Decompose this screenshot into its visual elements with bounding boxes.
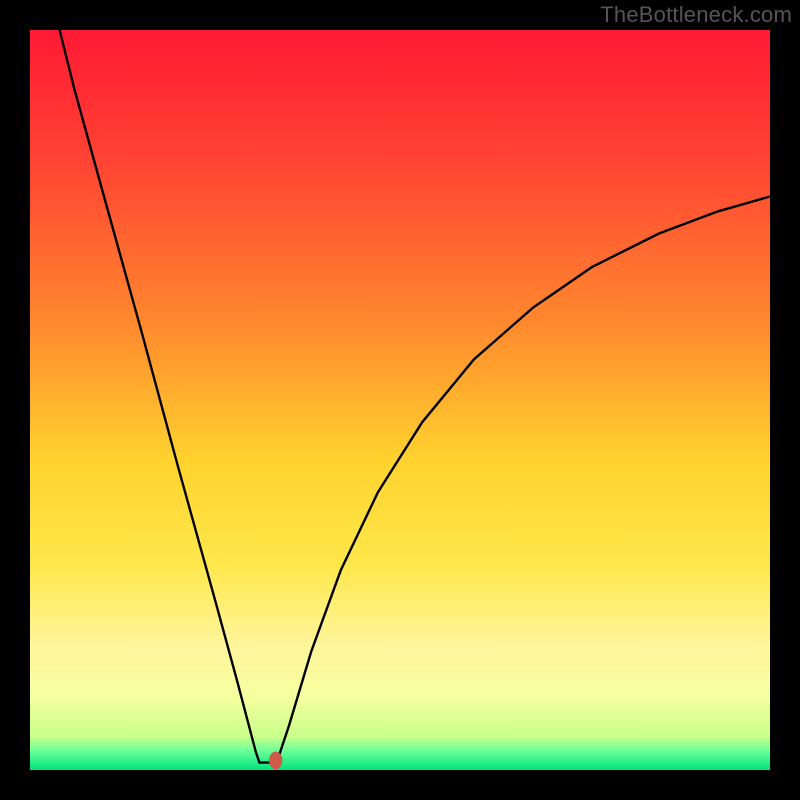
watermark-text: TheBottleneck.com — [600, 2, 792, 28]
optimal-point-marker — [269, 752, 282, 770]
plot-background — [30, 30, 770, 770]
bottleneck-chart — [0, 0, 800, 800]
chart-frame: TheBottleneck.com — [0, 0, 800, 800]
